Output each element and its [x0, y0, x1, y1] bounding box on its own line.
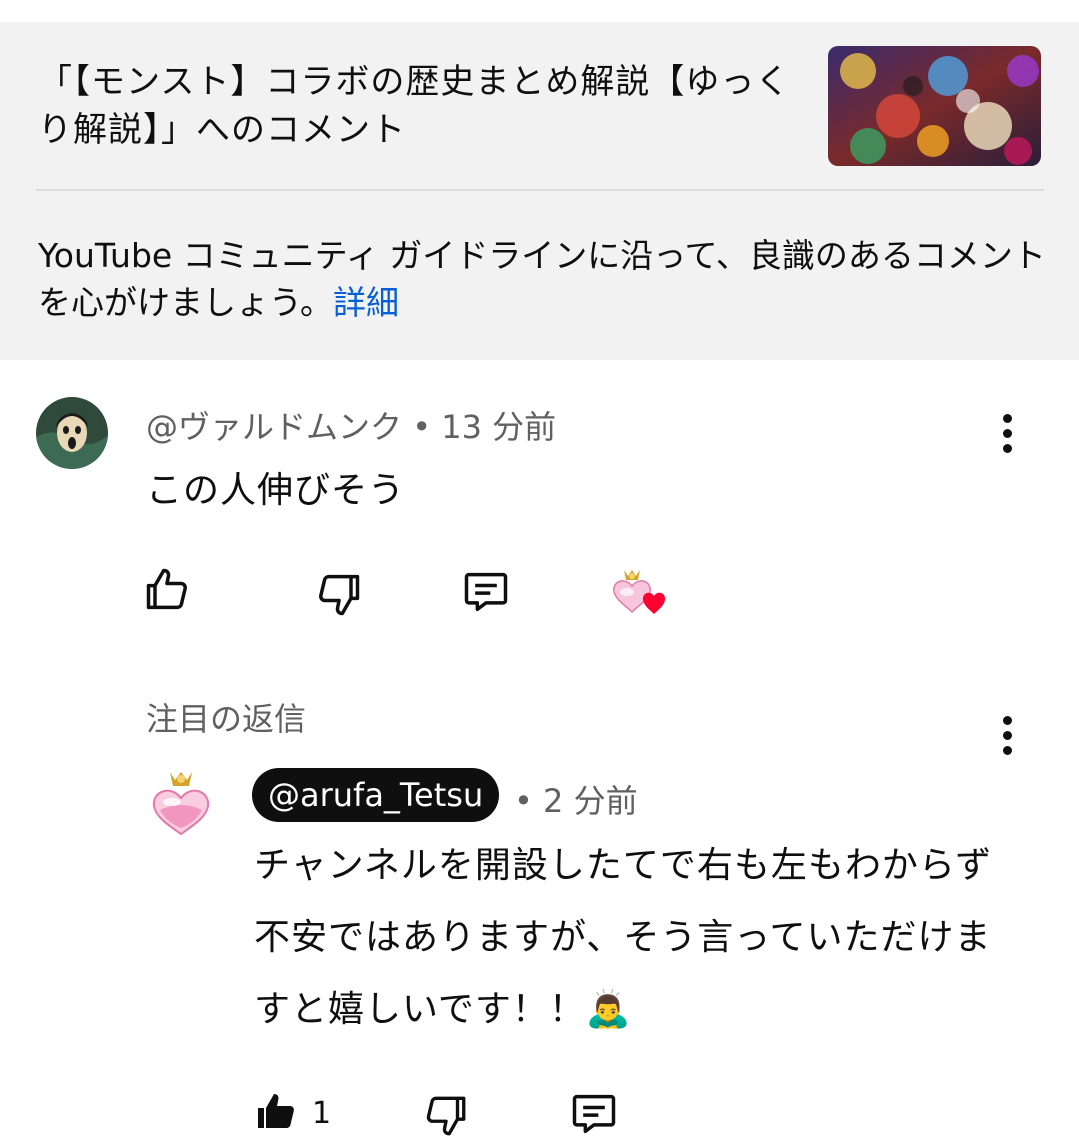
like-button[interactable]: [142, 564, 194, 620]
comment-meta: @ヴァルドムンク • 13 分前: [146, 402, 556, 448]
guideline-text: YouTube コミュニティ ガイドラインに沿って、良識のあるコメントを心がけま…: [38, 236, 1046, 322]
creator-heart-badge: [610, 566, 672, 626]
video-title: 「【モンスト】コラボの歴史まとめ解説【ゆっくり解説】」へのコメント: [38, 62, 791, 150]
header-divider: [36, 189, 1044, 191]
comment-time: 13 分前: [441, 408, 557, 446]
reply-author-avatar[interactable]: [148, 770, 214, 836]
thumbs-up-icon: [146, 568, 187, 610]
comment-author-avatar[interactable]: [36, 397, 108, 469]
thumbs-down-icon: [426, 1096, 466, 1136]
highlighted-replies-label: 注目の返信: [146, 700, 307, 738]
reply-comment-icon: [572, 1094, 616, 1134]
reply-button[interactable]: [460, 566, 512, 622]
comment-author[interactable]: @ヴァルドムンク: [146, 408, 402, 446]
reply-reply-button[interactable]: [568, 1088, 620, 1144]
meta-separator: •: [412, 408, 432, 446]
reply-body: チャンネルを開設したてで右も左もわからず不安ではありますが、そう言っていただけま…: [254, 845, 993, 1030]
video-thumbnail[interactable]: [828, 46, 1041, 166]
thumbs-down-icon: [319, 574, 360, 616]
comment-body: この人伸びそう: [146, 470, 406, 511]
dislike-button[interactable]: [312, 568, 364, 624]
meta-separator: •: [514, 782, 533, 820]
guideline-details-link[interactable]: 詳細: [333, 283, 399, 322]
comment-more-menu-button[interactable]: [998, 412, 1018, 456]
reply-more-menu-button[interactable]: [998, 714, 1018, 758]
creator-heart-icon: [613, 570, 666, 614]
guideline-notice: YouTube コミュニティ ガイドラインに沿って、良識のあるコメントを心がけま…: [38, 232, 1048, 326]
reply-time: 2 分前: [543, 782, 638, 820]
reply-like-button[interactable]: [252, 1088, 300, 1140]
thumbs-up-filled-icon: [258, 1094, 294, 1128]
reply-like-count: 1: [312, 1096, 332, 1131]
reply-meta: • 2 分前: [514, 776, 638, 822]
reply-dislike-button[interactable]: [420, 1090, 470, 1144]
reply-comment-icon: [464, 572, 508, 612]
reply-author-chip[interactable]: @arufa_Tetsu: [252, 768, 500, 822]
